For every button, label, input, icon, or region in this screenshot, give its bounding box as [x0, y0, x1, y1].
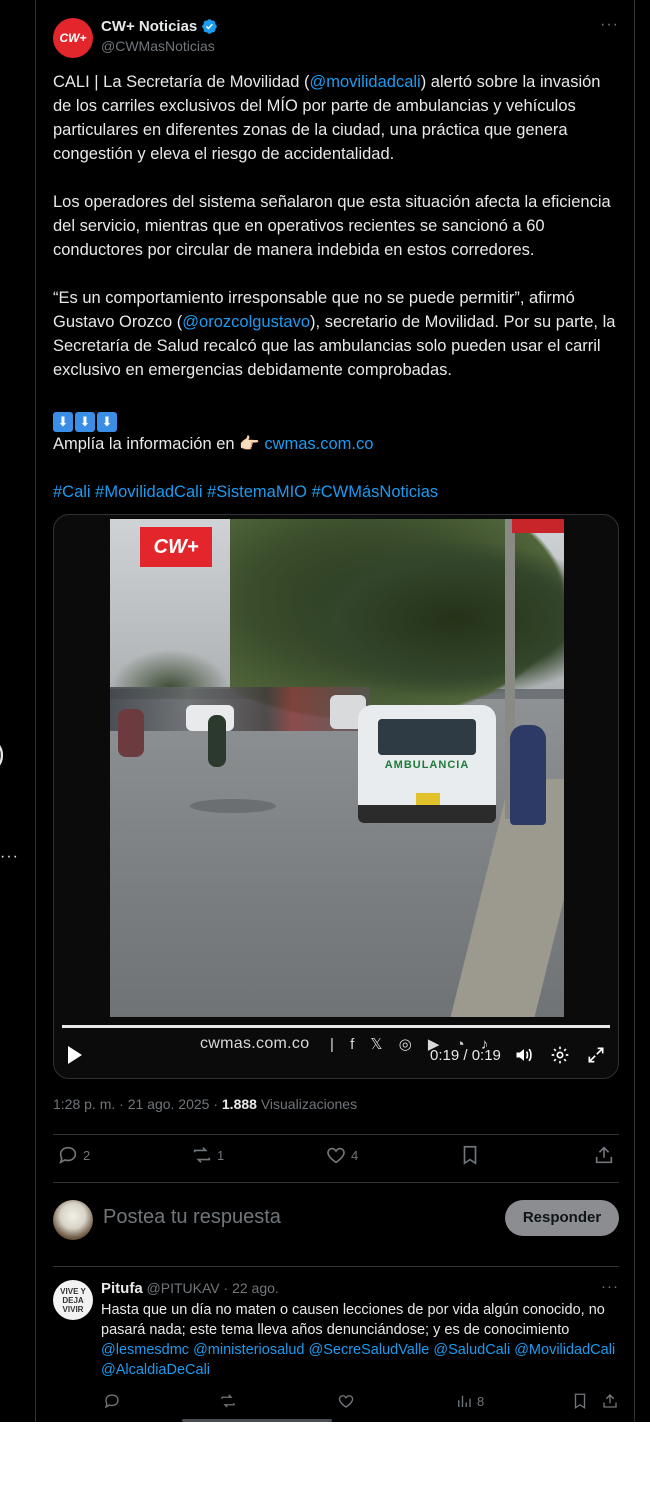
- author-handle[interactable]: @CWMasNoticias: [101, 38, 215, 54]
- share-icon: [603, 1394, 617, 1408]
- external-link[interactable]: cwmas.com.co: [264, 435, 373, 453]
- reply-submit-button[interactable]: Responder: [505, 1200, 619, 1236]
- repost-icon: [193, 1147, 211, 1163]
- ambulance-bumper: [358, 805, 496, 823]
- comment-repost-button[interactable]: [219, 1392, 237, 1410]
- video-time: 0:19 / 0:19: [430, 1047, 501, 1064]
- avatar-logo-text: CW+: [59, 31, 87, 45]
- comment-reply-button[interactable]: [103, 1392, 121, 1410]
- down-arrow-icon: ⬇: [97, 412, 117, 432]
- text-run: CALI | La Secretaría de Movilidad (: [53, 73, 310, 91]
- views-label: Visualizaciones: [256, 1096, 358, 1112]
- author-name-row[interactable]: CW+ Noticias: [101, 18, 218, 35]
- mention-link[interactable]: @orozcolgustavo: [182, 313, 310, 331]
- commenter-name[interactable]: Pitufa: [101, 1280, 143, 1297]
- reply-input[interactable]: Postea tu respuesta: [103, 1206, 281, 1229]
- tweet-paragraph-2: Los operadores del sistema señalaron que…: [53, 193, 611, 259]
- video-scene-ambulance: AMBULANCIA: [358, 705, 496, 823]
- bookmark-button[interactable]: [459, 1144, 481, 1166]
- tweet-detail-view: ) ··· CW+ CW+ Noticias @CWMasNoticias ··…: [0, 0, 650, 1422]
- play-icon[interactable]: [66, 1045, 84, 1065]
- repost-button[interactable]: 1: [191, 1144, 224, 1166]
- horizontal-scrollbar[interactable]: [182, 1419, 332, 1422]
- video-scene-person: [510, 725, 546, 825]
- video-player[interactable]: AMBULANCIA CW+ cwmas.com.co | f 𝕏 ◎ ▶ ◔ …: [53, 514, 619, 1079]
- more-options-icon[interactable]: ···: [600, 16, 619, 34]
- comment-views-button[interactable]: 8: [455, 1392, 484, 1410]
- comment-share-button[interactable]: [601, 1392, 619, 1410]
- comment-text: Hasta que un día no maten o causen lecci…: [101, 1300, 621, 1380]
- timestamp[interactable]: 1:28 p. m. · 21 ago. 2025 ·: [53, 1096, 222, 1112]
- tweet-actions: 2 1 4: [53, 1144, 619, 1172]
- comment-actions: 8: [101, 1392, 619, 1414]
- more-info-line: Amplía la información en 👉🏻 cwmas.com.co: [53, 432, 623, 456]
- tweet-paragraph-1: CALI | La Secretaría de Movilidad (@movi…: [53, 70, 623, 166]
- reply-button[interactable]: 2: [57, 1144, 90, 1166]
- settings-gear-icon[interactable]: [550, 1045, 570, 1065]
- heart-icon: [338, 1395, 354, 1408]
- ambulance-lettering: AMBULANCIA: [384, 759, 470, 771]
- column-border-right: [634, 0, 635, 1422]
- verified-badge-icon: [202, 19, 218, 34]
- fullscreen-icon[interactable]: [586, 1045, 606, 1065]
- video-scene-cyclist: [208, 715, 226, 767]
- mention-link[interactable]: @movilidadcali: [310, 73, 421, 91]
- hashtags[interactable]: #Cali #MovilidadCali #SistemaMIO #CWMásN…: [53, 480, 623, 504]
- repost-icon: [221, 1394, 235, 1408]
- reply-count: 2: [83, 1147, 91, 1163]
- reply-composer: Postea tu respuesta Responder: [53, 1198, 619, 1242]
- reply-icon: [59, 1146, 77, 1165]
- video-site-caption: cwmas.com.co: [200, 1035, 310, 1052]
- down-arrow-icon: ⬇: [53, 412, 73, 432]
- tweet-paragraph-4: ⬇ ⬇ ⬇ Amplía la información en 👉🏻 cwmas.co…: [53, 406, 623, 456]
- tweet-header: CW+ CW+ Noticias @CWMasNoticias ···: [53, 16, 619, 60]
- ambulance-window: [378, 719, 476, 755]
- down-arrow-icon: ⬇: [75, 412, 95, 432]
- tweet-paragraph-3: “Es un comportamiento irresponsable que …: [53, 286, 623, 382]
- heart-icon: [327, 1147, 345, 1164]
- views-count: 1.888: [221, 1096, 257, 1112]
- column-border-left: [35, 0, 36, 1422]
- comment-views-count: 8: [477, 1393, 485, 1409]
- bookmark-icon: [574, 1393, 586, 1410]
- views-chart-icon: [458, 1395, 471, 1407]
- volume-icon[interactable]: [514, 1045, 534, 1065]
- commenter-header: Pitufa @PITUKAV · 22 ago.: [101, 1280, 279, 1297]
- commenter-avatar[interactable]: VIVE Y DEJA VIVIR: [53, 1280, 93, 1320]
- share-button[interactable]: [593, 1144, 615, 1166]
- like-count: 4: [351, 1147, 359, 1163]
- reply-tweet[interactable]: VIVE Y DEJA VIVIR Pitufa @PITUKAV · 22 a…: [53, 1278, 619, 1418]
- text-run: Hasta que un día no maten o causen lecci…: [101, 1302, 605, 1338]
- repost-count: 1: [217, 1147, 225, 1163]
- tweet-text: CALI | La Secretaría de Movilidad (@movi…: [53, 70, 623, 504]
- user-avatar[interactable]: [53, 1200, 93, 1240]
- reply-icon: [104, 1394, 119, 1409]
- divider: [53, 1182, 619, 1183]
- commenter-handle-date[interactable]: @PITUKAV · 22 ago.: [143, 1280, 279, 1296]
- video-scene-sign: [512, 519, 564, 533]
- text-run: Amplía la información en 👉🏻: [53, 435, 265, 453]
- divider: [53, 1266, 619, 1267]
- tweet-meta: 1:28 p. m. · 21 ago. 2025 · 1.888 Visual…: [53, 1096, 357, 1112]
- video-scene-trees: [290, 539, 564, 699]
- share-icon: [595, 1146, 613, 1164]
- comment-more-icon[interactable]: ···: [601, 1278, 619, 1295]
- clipped-edge-text: ): [0, 738, 5, 769]
- video-progress-bar[interactable]: [62, 1025, 610, 1028]
- down-arrows-row: ⬇ ⬇ ⬇: [53, 406, 623, 432]
- clipped-edge-more-icon[interactable]: ···: [0, 848, 19, 866]
- ambulance-plate: [416, 793, 440, 805]
- comment-like-button[interactable]: [337, 1392, 355, 1410]
- bookmark-icon: [463, 1145, 477, 1165]
- author-avatar[interactable]: CW+: [53, 18, 93, 58]
- author-name[interactable]: CW+ Noticias: [101, 18, 197, 35]
- video-scene-manhole: [190, 799, 276, 813]
- video-watermark-logo: CW+: [140, 527, 212, 567]
- video-scene-motorcycle: [118, 709, 144, 757]
- like-button[interactable]: 4: [325, 1144, 358, 1166]
- comment-bookmark-button[interactable]: [571, 1392, 589, 1410]
- divider: [53, 1134, 619, 1135]
- video-frame[interactable]: AMBULANCIA CW+: [110, 519, 564, 1017]
- comment-mentions[interactable]: @lesmesdmc @ministeriosalud @SecreSaludV…: [101, 1342, 615, 1378]
